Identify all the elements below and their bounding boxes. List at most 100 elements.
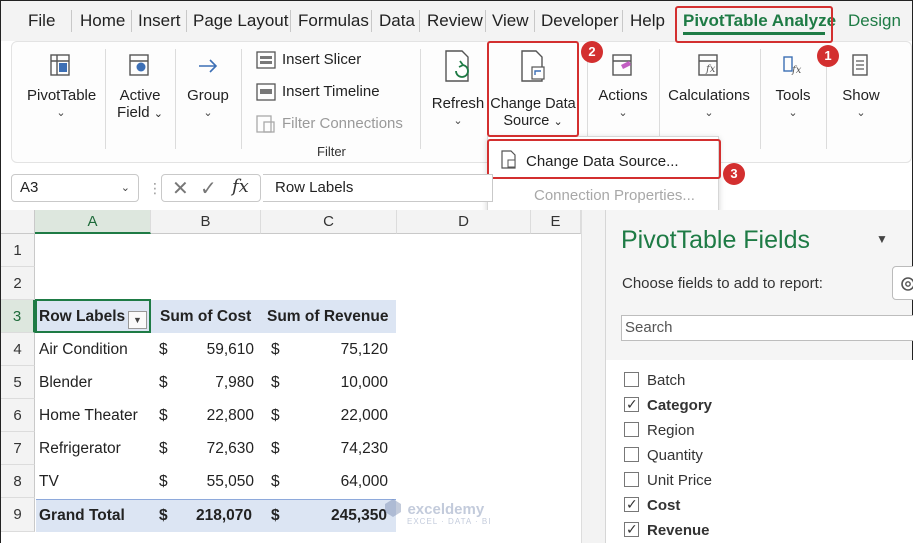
row-header-3[interactable]: 3 [1,300,35,333]
group-button[interactable]: Group ⌄ [185,53,231,119]
cost-value[interactable]: 7,980 [171,366,254,399]
show-icon [852,54,868,76]
checkbox-checked[interactable] [624,393,639,415]
show-button[interactable]: Show ⌄ [839,53,883,119]
row-label[interactable]: Refrigerator [39,432,121,465]
field-cost[interactable]: Cost [624,493,680,517]
row-label[interactable]: Blender [39,366,92,399]
row-header-7[interactable]: 7 [1,432,35,465]
column-header-b[interactable]: B [151,210,261,234]
row-header-6[interactable]: 6 [1,399,35,432]
chevron-down-icon: ⌄ [56,107,66,119]
revenue-value[interactable]: 74,230 [291,432,388,465]
revenue-value[interactable]: 75,120 [291,333,388,366]
menu-page-layout[interactable]: Page Layout [193,1,288,41]
watermark-name: exceldemy [407,501,485,518]
menu-developer[interactable]: Developer [541,1,619,41]
tools-button[interactable]: fx Tools ⌄ [773,53,813,119]
gear-icon[interactable] [892,266,913,300]
column-header-d[interactable]: D [397,210,531,234]
pivot-header-sum-of-revenue[interactable]: Sum of Revenue [267,300,388,333]
checkbox[interactable] [624,472,639,487]
formula-input[interactable]: Row Labels [263,174,493,202]
checkbox-checked[interactable] [624,518,639,540]
menu-home[interactable]: Home [80,1,125,41]
vertical-scrollbar[interactable] [581,210,605,543]
formula-bar: A3 ⌄ ⋮ ✕ ✓ fx Row Labels [11,172,912,206]
menu-review[interactable]: Review [427,1,483,41]
actions-button[interactable]: Actions ⌄ [597,53,649,119]
menu-file[interactable]: File [28,1,55,41]
checkbox[interactable] [624,422,639,437]
menu-pivottable-analyze[interactable]: PivotTable Analyze [683,1,836,41]
row-header-1[interactable]: 1 [1,234,35,267]
field-revenue[interactable]: Revenue [624,518,710,542]
row-label[interactable]: Home Theater [39,399,138,432]
row-header-4[interactable]: 4 [1,333,35,366]
column-header-a[interactable]: A [35,210,151,234]
row-label[interactable]: TV [39,465,59,498]
revenue-value[interactable]: 22,000 [291,399,388,432]
menu-separator [419,10,420,32]
active-field-button[interactable]: Active Field ⌄ [114,53,166,121]
show-label: Show [842,87,880,104]
field-search-input[interactable]: Search [621,315,913,341]
row-header-8[interactable]: 8 [1,465,35,498]
change-data-label: Change Data [490,96,576,112]
row-label[interactable]: Air Condition [39,333,128,366]
menu-design[interactable]: Design [848,1,901,41]
timeline-icon [256,83,276,101]
refresh-icon [445,50,469,82]
refresh-label: Refresh [431,95,485,112]
select-all-corner[interactable] [1,210,35,234]
checkbox-checked[interactable] [624,493,639,515]
field-category[interactable]: Category [624,393,712,417]
pivot-header-sum-of-cost[interactable]: Sum of Cost [160,300,251,333]
grand-total-cost[interactable]: 218,070 [171,499,252,532]
cost-value[interactable]: 72,630 [171,432,254,465]
calculations-button[interactable]: fx Calculations ⌄ [667,53,751,119]
cost-value[interactable]: 55,050 [171,465,254,498]
field-unit-price[interactable]: Unit Price [624,470,712,492]
revenue-value[interactable]: 10,000 [291,366,388,399]
column-header-c[interactable]: C [261,210,397,234]
change-data-source-button[interactable]: Change Data Source ⌄ [490,49,576,129]
refresh-button[interactable]: Refresh ⌄ [431,49,485,127]
checkbox[interactable] [624,372,639,387]
filter-dropdown-icon[interactable]: ▼ [128,311,147,329]
menu-formulas[interactable]: Formulas [298,1,369,41]
pane-subtitle: Choose fields to add to report: [622,275,823,292]
more-options-icon: ⋮ [148,180,162,196]
arrow-right-icon [199,59,218,73]
column-header-e[interactable]: E [531,210,581,234]
row-header-5[interactable]: 5 [1,366,35,399]
grand-total-label[interactable]: Grand Total [39,499,125,532]
cost-value[interactable]: 22,800 [171,399,254,432]
revenue-value[interactable]: 64,000 [291,465,388,498]
row-header-9[interactable]: 9 [1,498,35,532]
menu-insert[interactable]: Insert [138,1,181,41]
menu-help[interactable]: Help [630,1,665,41]
insert-timeline-button[interactable]: Insert Timeline [256,80,380,104]
menu-view[interactable]: View [492,1,529,41]
enter-icon[interactable]: ✓ [200,176,217,201]
pivottable-button[interactable]: PivotTable ⌄ [27,53,96,119]
cancel-icon[interactable]: ✕ [172,176,189,201]
filter-connections-icon [256,115,275,133]
menu-data[interactable]: Data [379,1,415,41]
formula-controls: ✕ ✓ fx [161,174,261,202]
dropdown-change-data-source[interactable]: Change Data Source... [500,150,679,170]
insert-function-icon[interactable]: fx [232,176,249,197]
grand-total-revenue[interactable]: 245,350 [291,499,387,532]
pane-options-icon[interactable]: ▼ [876,232,888,246]
checkbox[interactable] [624,447,639,462]
row-header-2[interactable]: 2 [1,267,35,300]
cost-value[interactable]: 59,610 [171,333,254,366]
field-batch[interactable]: Batch [624,370,685,392]
currency-symbol: $ [159,407,168,424]
insert-slicer-button[interactable]: Insert Slicer [256,48,361,72]
name-box[interactable]: A3 ⌄ [11,174,139,202]
filter-group-label: Filter [317,144,346,159]
field-quantity[interactable]: Quantity [624,445,703,467]
field-region[interactable]: Region [624,420,695,442]
